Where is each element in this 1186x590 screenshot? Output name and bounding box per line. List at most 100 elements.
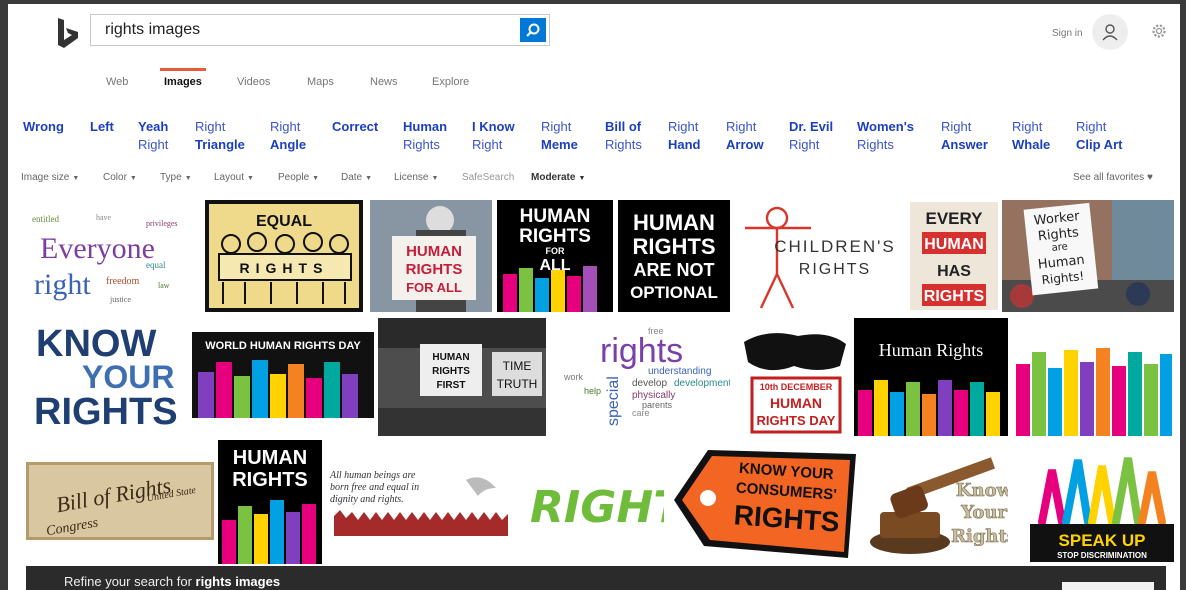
related-search-right-arrow[interactable]: Right Arrow xyxy=(726,118,764,154)
svg-text:Know: Know xyxy=(956,480,1008,501)
svg-text:develop: develop xyxy=(632,378,667,389)
image-result-rights-wordcloud[interactable]: free rights understanding develop develo… xyxy=(556,322,730,432)
image-result-right-exclaim[interactable]: RIGHT! xyxy=(524,462,664,542)
filter-layout[interactable]: Layout ▼ xyxy=(214,172,254,183)
settings-gear-icon[interactable] xyxy=(1150,22,1168,40)
svg-text:10th DECEMBER: 10th DECEMBER xyxy=(760,382,833,392)
svg-text:CHILDREN'S: CHILDREN'S xyxy=(774,237,896,256)
related-search-right-hand[interactable]: Right Hand xyxy=(668,118,701,154)
image-result-not-optional[interactable]: HUMAN RIGHTS ARE NOT OPTIONAL xyxy=(618,200,730,312)
image-result-human-rights-for-all-hands[interactable]: HUMAN RIGHTS FOR ALL xyxy=(497,200,613,312)
svg-text:RIGHTS: RIGHTS xyxy=(232,469,308,491)
safesearch-label: SafeSearch xyxy=(462,172,515,183)
see-all-favorites-link[interactable]: See all favorites ♥ xyxy=(1073,172,1153,183)
related-search-correct[interactable]: Correct xyxy=(332,118,378,136)
image-result-10th-december[interactable]: 10th DECEMBER HUMAN RIGHTS DAY xyxy=(738,322,850,434)
svg-text:rights: rights xyxy=(600,332,683,370)
related-search-right-clip-art[interactable]: Right Clip Art xyxy=(1076,118,1122,154)
image-result-all-human-beings-born-free[interactable]: All human beings are born free and equal… xyxy=(326,466,516,536)
svg-text:SPEAK UP: SPEAK UP xyxy=(1059,531,1146,550)
search-input[interactable] xyxy=(91,15,539,45)
image-result-bill-of-rights[interactable]: Bill of Rights United State Congress xyxy=(26,462,214,540)
svg-text:RIGHTS: RIGHTS xyxy=(432,366,470,377)
svg-text:entitled: entitled xyxy=(32,214,59,224)
filter-image-size[interactable]: Image size ▼ xyxy=(21,172,79,183)
image-result-know-your-rights[interactable]: KNOW YOUR RIGHTS xyxy=(32,318,188,430)
svg-text:RIGHTS: RIGHTS xyxy=(799,261,871,278)
svg-text:FOR: FOR xyxy=(546,246,565,256)
image-result-world-human-rights-day[interactable]: WORLD HUMAN RIGHTS DAY xyxy=(192,332,374,418)
filter-people[interactable]: People ▼ xyxy=(278,172,319,183)
svg-text:RIGHTS DAY: RIGHTS DAY xyxy=(757,413,836,428)
related-search-i-know-right[interactable]: I Know Right xyxy=(472,118,515,154)
svg-text:Your: Your xyxy=(960,502,1007,523)
filter-date[interactable]: Date ▼ xyxy=(341,172,372,183)
image-result-human-rights-hands-black[interactable]: Human Rights xyxy=(854,318,1008,436)
image-result-childrens-rights[interactable]: CHILDREN'S RIGHTS xyxy=(735,200,907,312)
tab-videos[interactable]: Videos xyxy=(237,76,270,88)
refine-search-text: Refine your search for rights images xyxy=(64,574,281,589)
filter-license[interactable]: License ▼ xyxy=(394,172,438,183)
svg-text:RIGHTS: RIGHTS xyxy=(519,226,591,247)
svg-text:HUMAN: HUMAN xyxy=(633,210,715,235)
related-search-right-meme[interactable]: Right Meme xyxy=(541,118,578,154)
image-result-worker-rights-protest[interactable]: Worker Rights are Human Rights! xyxy=(1002,200,1174,312)
related-search-bill-of-rights[interactable]: Bill of Rights xyxy=(605,118,642,154)
tab-images[interactable]: Images xyxy=(160,68,206,88)
refine-feedback-button[interactable] xyxy=(1062,582,1154,590)
tab-news[interactable]: News xyxy=(370,76,398,88)
filter-bar: Image size ▼ Color ▼ Type ▼ Layout ▼ People ▼… xyxy=(8,172,1180,190)
caret-down-icon: ▼ xyxy=(72,175,80,182)
image-result-speak-up[interactable]: SPEAK UP STOP DISCRIMINATION xyxy=(1022,450,1174,562)
related-search-dr-evil-right[interactable]: Dr. Evil Right xyxy=(789,118,833,154)
image-result-equal-rights[interactable]: EQUAL RIGHTS xyxy=(205,200,363,312)
svg-text:YOUR: YOUR xyxy=(82,359,174,395)
wordcloud-word: right xyxy=(34,268,91,301)
image-result-bw-protest[interactable]: HUMAN RIGHTS FIRST TIME TRUTH xyxy=(378,318,546,436)
tab-explore[interactable]: Explore xyxy=(432,76,469,88)
image-result-every-human-has-rights[interactable]: EVERY HUMAN HAS RIGHTS xyxy=(910,202,998,310)
sign-in-link[interactable]: Sign in xyxy=(1052,28,1083,39)
image-result-gavel-know-your-rights[interactable]: Know Your Rights xyxy=(866,450,1008,560)
svg-text:Human Rights: Human Rights xyxy=(879,340,984,360)
caret-down-icon: ▼ xyxy=(312,175,320,182)
user-icon xyxy=(1102,24,1118,41)
svg-text:RIGHTS: RIGHTS xyxy=(240,260,329,276)
image-result-know-your-consumers-rights[interactable]: KNOW YOUR CONSUMERS' RIGHTS xyxy=(668,440,862,564)
caret-down-icon: ▼ xyxy=(247,175,254,182)
refine-search-query[interactable]: rights images xyxy=(196,574,281,589)
filter-type[interactable]: Type ▼ xyxy=(160,172,192,183)
bing-logo[interactable] xyxy=(54,16,82,50)
user-avatar-button[interactable] xyxy=(1092,14,1128,50)
search-button[interactable] xyxy=(520,18,546,42)
image-result-human-rights-for-all-sign[interactable]: HUMAN RIGHTS FOR ALL xyxy=(370,200,492,312)
related-search-right-angle[interactable]: Right Angle xyxy=(270,118,306,154)
image-result-colorful-hands[interactable] xyxy=(1012,344,1174,436)
svg-text:freedom: freedom xyxy=(106,276,140,287)
image-result-everyone-wordcloud[interactable]: entitled have privileges Everyone right … xyxy=(26,202,200,306)
svg-text:justice: justice xyxy=(109,295,131,304)
related-search-left[interactable]: Left xyxy=(90,118,114,136)
related-search-womens-rights[interactable]: Women's Rights xyxy=(857,118,914,154)
svg-text:work: work xyxy=(563,372,584,382)
safesearch-moderate-dropdown[interactable]: Moderate ▼ xyxy=(531,172,585,183)
related-search-yeah-right[interactable]: Yeah Right xyxy=(138,118,168,154)
tab-web[interactable]: Web xyxy=(106,76,128,88)
related-search-right-triangle[interactable]: Right Triangle xyxy=(195,118,245,154)
svg-text:HUMAN: HUMAN xyxy=(233,447,307,469)
svg-text:FIRST: FIRST xyxy=(437,380,466,391)
svg-text:law: law xyxy=(158,281,170,290)
tab-maps[interactable]: Maps xyxy=(307,76,334,88)
svg-text:FOR ALL: FOR ALL xyxy=(406,280,462,295)
browser-page: Sign in Web Images Videos Maps News Expl… xyxy=(8,4,1180,590)
related-search-human-rights[interactable]: Human Rights xyxy=(403,118,447,154)
svg-text:parents: parents xyxy=(642,400,673,410)
related-search-right-whale[interactable]: Right Whale xyxy=(1012,118,1050,154)
caret-down-icon: ▼ xyxy=(431,175,439,182)
related-search-wrong[interactable]: Wrong xyxy=(23,118,64,136)
filter-color[interactable]: Color ▼ xyxy=(103,172,137,183)
search-box xyxy=(90,14,550,46)
caret-down-icon: ▼ xyxy=(184,175,192,182)
related-search-right-answer[interactable]: Right Answer xyxy=(941,118,988,154)
image-result-human-rights-hands[interactable]: HUMAN RIGHTS xyxy=(218,440,322,564)
